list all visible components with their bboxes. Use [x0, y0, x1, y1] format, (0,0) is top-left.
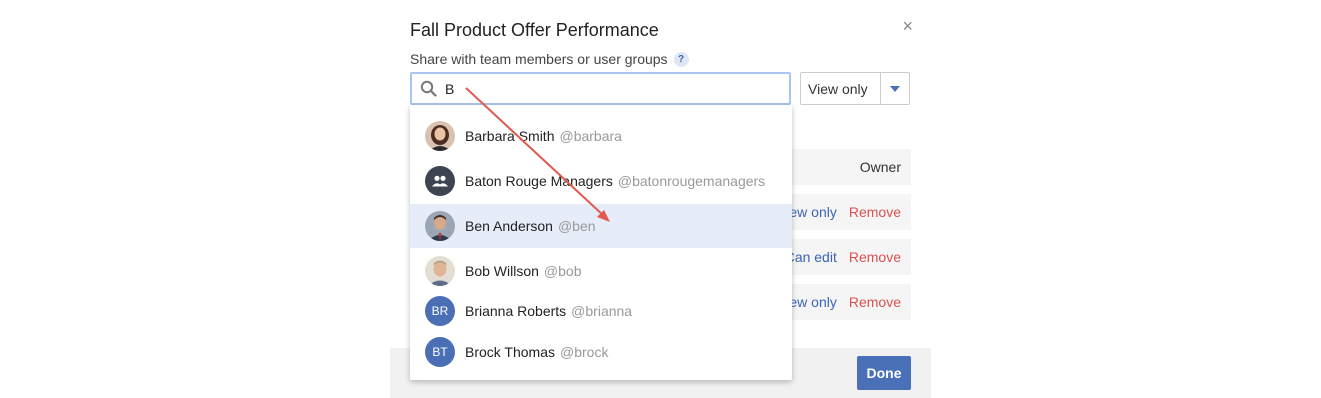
- suggestion-item-highlighted[interactable]: Ben Anderson @ben: [410, 204, 792, 248]
- dialog-title: Fall Product Offer Performance: [410, 20, 659, 40]
- initials-avatar: BT: [425, 337, 455, 367]
- role-dropdown[interactable]: Can edit: [785, 249, 837, 265]
- suggestion-dropdown: Barbara Smith @barbara Baton Rouge Manag…: [410, 105, 792, 380]
- search-input[interactable]: [445, 80, 745, 97]
- suggestion-handle: @barbara: [559, 128, 622, 144]
- suggestion-handle: @brock: [560, 344, 609, 360]
- remove-link[interactable]: Remove: [849, 249, 901, 265]
- suggestion-name: Bob Willson: [465, 263, 539, 279]
- avatar: [425, 121, 455, 151]
- initials-avatar: BR: [425, 296, 455, 326]
- help-icon[interactable]: ?: [673, 51, 689, 67]
- suggestion-handle: @batonrougemanagers: [617, 173, 766, 189]
- group-icon: [425, 166, 455, 196]
- suggestion-name: Baton Rouge Managers: [465, 173, 613, 189]
- suggestion-name: Barbara Smith: [465, 128, 555, 144]
- suggestion-item[interactable]: Barbara Smith @barbara: [410, 114, 792, 158]
- suggestion-handle: @bob: [543, 263, 582, 279]
- subtitle-text: Share with team members or user groups: [410, 51, 668, 67]
- remove-link[interactable]: Remove: [849, 294, 901, 310]
- permission-select[interactable]: View only: [800, 72, 910, 105]
- search-field[interactable]: [410, 72, 791, 105]
- suggestion-handle: @ben: [557, 218, 596, 234]
- role-label: Owner: [859, 159, 901, 175]
- suggestion-item[interactable]: BT Brock Thomas @brock: [410, 330, 792, 374]
- suggestion-name: Ben Anderson: [465, 218, 553, 234]
- share-subtitle: Share with team members or user groups ?: [410, 51, 689, 67]
- permission-dropdown-toggle[interactable]: [881, 73, 909, 104]
- search-icon: [420, 80, 437, 97]
- suggestion-item[interactable]: Bob Willson @bob: [410, 249, 792, 293]
- caret-down-icon: [890, 85, 900, 92]
- suggestion-handle: @brianna: [571, 303, 633, 319]
- avatar: [425, 256, 455, 286]
- suggestion-name: Brock Thomas: [465, 344, 555, 360]
- suggestion-name: Brianna Roberts: [465, 303, 567, 319]
- suggestion-item[interactable]: Baton Rouge Managers @batonrougemanagers: [410, 159, 792, 203]
- permission-label[interactable]: View only: [801, 73, 881, 104]
- done-button[interactable]: Done: [857, 356, 911, 390]
- avatar: [425, 211, 455, 241]
- close-icon[interactable]: ×: [902, 16, 913, 36]
- suggestion-item[interactable]: BR Brianna Roberts @brianna: [410, 289, 792, 333]
- remove-link[interactable]: Remove: [849, 204, 901, 220]
